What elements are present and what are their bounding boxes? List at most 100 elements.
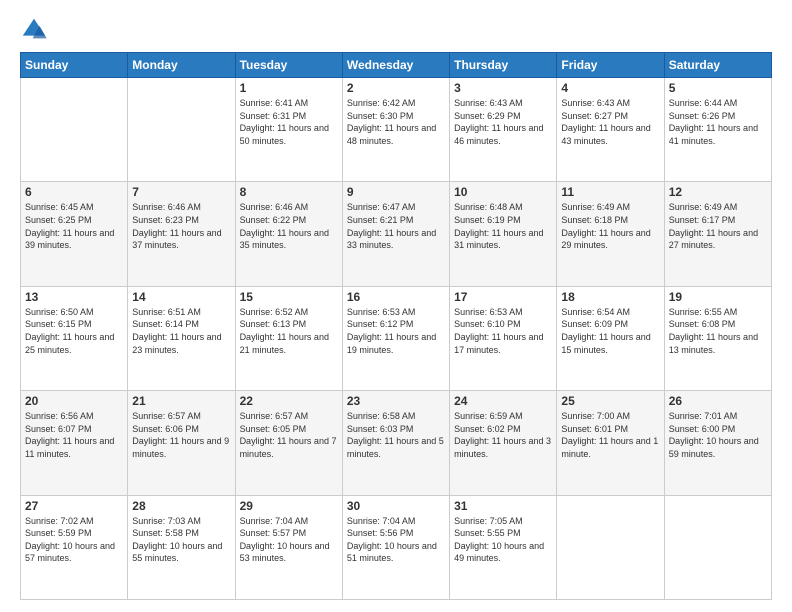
day-number: 21 xyxy=(132,394,230,408)
day-info: Sunrise: 6:43 AM Sunset: 6:29 PM Dayligh… xyxy=(454,97,552,147)
day-number: 6 xyxy=(25,185,123,199)
day-number: 18 xyxy=(561,290,659,304)
day-number: 7 xyxy=(132,185,230,199)
day-number: 24 xyxy=(454,394,552,408)
weekday-header: Wednesday xyxy=(342,53,449,78)
calendar-week-row: 1 Sunrise: 6:41 AM Sunset: 6:31 PM Daylig… xyxy=(21,78,772,182)
calendar-cell xyxy=(664,495,771,599)
calendar-cell: 13 Sunrise: 6:50 AM Sunset: 6:15 PM Dayli… xyxy=(21,286,128,390)
calendar-table: SundayMondayTuesdayWednesdayThursdayFrid… xyxy=(20,52,772,600)
day-info: Sunrise: 6:54 AM Sunset: 6:09 PM Dayligh… xyxy=(561,306,659,356)
calendar-cell: 14 Sunrise: 6:51 AM Sunset: 6:14 PM Dayli… xyxy=(128,286,235,390)
day-info: Sunrise: 6:49 AM Sunset: 6:17 PM Dayligh… xyxy=(669,201,767,251)
calendar-cell: 1 Sunrise: 6:41 AM Sunset: 6:31 PM Daylig… xyxy=(235,78,342,182)
calendar-week-row: 13 Sunrise: 6:50 AM Sunset: 6:15 PM Dayli… xyxy=(21,286,772,390)
day-info: Sunrise: 6:53 AM Sunset: 6:12 PM Dayligh… xyxy=(347,306,445,356)
day-info: Sunrise: 6:43 AM Sunset: 6:27 PM Dayligh… xyxy=(561,97,659,147)
day-info: Sunrise: 7:00 AM Sunset: 6:01 PM Dayligh… xyxy=(561,410,659,460)
day-number: 20 xyxy=(25,394,123,408)
calendar-cell: 27 Sunrise: 7:02 AM Sunset: 5:59 PM Dayli… xyxy=(21,495,128,599)
header xyxy=(20,16,772,44)
calendar-cell: 28 Sunrise: 7:03 AM Sunset: 5:58 PM Dayli… xyxy=(128,495,235,599)
weekday-header: Monday xyxy=(128,53,235,78)
day-info: Sunrise: 7:02 AM Sunset: 5:59 PM Dayligh… xyxy=(25,515,123,565)
day-number: 8 xyxy=(240,185,338,199)
day-info: Sunrise: 6:56 AM Sunset: 6:07 PM Dayligh… xyxy=(25,410,123,460)
day-number: 31 xyxy=(454,499,552,513)
calendar-cell xyxy=(21,78,128,182)
calendar-cell: 4Sunrise: 6:43 AM Sunset: 6:27 PM Daylig… xyxy=(557,78,664,182)
calendar-cell: 19 Sunrise: 6:55 AM Sunset: 6:08 PM Dayli… xyxy=(664,286,771,390)
day-info: Sunrise: 6:48 AM Sunset: 6:19 PM Dayligh… xyxy=(454,201,552,251)
day-number: 22 xyxy=(240,394,338,408)
day-number: 11 xyxy=(561,185,659,199)
day-number: 16 xyxy=(347,290,445,304)
day-number: 13 xyxy=(25,290,123,304)
day-info: Sunrise: 7:01 AM Sunset: 6:00 PM Dayligh… xyxy=(669,410,767,460)
calendar-cell: 22 Sunrise: 6:57 AM Sunset: 6:05 PM Dayli… xyxy=(235,391,342,495)
calendar-cell: 10 Sunrise: 6:48 AM Sunset: 6:19 PM Dayli… xyxy=(450,182,557,286)
calendar-cell: 26 Sunrise: 7:01 AM Sunset: 6:00 PM Dayli… xyxy=(664,391,771,495)
day-info: Sunrise: 6:58 AM Sunset: 6:03 PM Dayligh… xyxy=(347,410,445,460)
day-number: 5 xyxy=(669,81,767,95)
day-number: 17 xyxy=(454,290,552,304)
day-number: 25 xyxy=(561,394,659,408)
day-info: Sunrise: 7:05 AM Sunset: 5:55 PM Dayligh… xyxy=(454,515,552,565)
calendar-cell: 11 Sunrise: 6:49 AM Sunset: 6:18 PM Dayli… xyxy=(557,182,664,286)
day-info: Sunrise: 7:03 AM Sunset: 5:58 PM Dayligh… xyxy=(132,515,230,565)
calendar-cell: 21 Sunrise: 6:57 AM Sunset: 6:06 PM Dayli… xyxy=(128,391,235,495)
day-info: Sunrise: 6:50 AM Sunset: 6:15 PM Dayligh… xyxy=(25,306,123,356)
day-number: 14 xyxy=(132,290,230,304)
day-info: Sunrise: 6:49 AM Sunset: 6:18 PM Dayligh… xyxy=(561,201,659,251)
day-number: 27 xyxy=(25,499,123,513)
day-info: Sunrise: 6:57 AM Sunset: 6:06 PM Dayligh… xyxy=(132,410,230,460)
weekday-header: Saturday xyxy=(664,53,771,78)
day-number: 3 xyxy=(454,81,552,95)
weekday-header: Thursday xyxy=(450,53,557,78)
weekday-header: Sunday xyxy=(21,53,128,78)
day-info: Sunrise: 6:47 AM Sunset: 6:21 PM Dayligh… xyxy=(347,201,445,251)
day-number: 29 xyxy=(240,499,338,513)
day-number: 2 xyxy=(347,81,445,95)
calendar-cell: 23 Sunrise: 6:58 AM Sunset: 6:03 PM Dayli… xyxy=(342,391,449,495)
day-number: 26 xyxy=(669,394,767,408)
calendar-week-row: 20 Sunrise: 6:56 AM Sunset: 6:07 PM Dayli… xyxy=(21,391,772,495)
calendar-cell: 8 Sunrise: 6:46 AM Sunset: 6:22 PM Daylig… xyxy=(235,182,342,286)
day-info: Sunrise: 6:53 AM Sunset: 6:10 PM Dayligh… xyxy=(454,306,552,356)
day-number: 1 xyxy=(240,81,338,95)
calendar-cell: 15Sunrise: 6:52 AM Sunset: 6:13 PM Dayli… xyxy=(235,286,342,390)
calendar-cell: 2 Sunrise: 6:42 AM Sunset: 6:30 PM Daylig… xyxy=(342,78,449,182)
day-info: Sunrise: 6:55 AM Sunset: 6:08 PM Dayligh… xyxy=(669,306,767,356)
calendar-cell: 18 Sunrise: 6:54 AM Sunset: 6:09 PM Dayli… xyxy=(557,286,664,390)
calendar-cell xyxy=(557,495,664,599)
day-info: Sunrise: 6:46 AM Sunset: 6:22 PM Dayligh… xyxy=(240,201,338,251)
day-info: Sunrise: 6:59 AM Sunset: 6:02 PM Dayligh… xyxy=(454,410,552,460)
day-number: 15 xyxy=(240,290,338,304)
day-info: Sunrise: 6:57 AM Sunset: 6:05 PM Dayligh… xyxy=(240,410,338,460)
calendar-cell: 7 Sunrise: 6:46 AM Sunset: 6:23 PM Daylig… xyxy=(128,182,235,286)
calendar-cell: 5Sunrise: 6:44 AM Sunset: 6:26 PM Daylig… xyxy=(664,78,771,182)
calendar-cell: 24 Sunrise: 6:59 AM Sunset: 6:02 PM Dayli… xyxy=(450,391,557,495)
logo-icon xyxy=(20,16,48,44)
page: SundayMondayTuesdayWednesdayThursdayFrid… xyxy=(0,0,792,612)
calendar-cell: 3 Sunrise: 6:43 AM Sunset: 6:29 PM Daylig… xyxy=(450,78,557,182)
day-number: 10 xyxy=(454,185,552,199)
day-info: Sunrise: 6:46 AM Sunset: 6:23 PM Dayligh… xyxy=(132,201,230,251)
calendar-cell: 31 Sunrise: 7:05 AM Sunset: 5:55 PM Dayli… xyxy=(450,495,557,599)
day-number: 23 xyxy=(347,394,445,408)
calendar-cell: 25 Sunrise: 7:00 AM Sunset: 6:01 PM Dayli… xyxy=(557,391,664,495)
day-number: 28 xyxy=(132,499,230,513)
day-number: 19 xyxy=(669,290,767,304)
day-info: Sunrise: 6:42 AM Sunset: 6:30 PM Dayligh… xyxy=(347,97,445,147)
calendar-week-row: 6Sunrise: 6:45 AM Sunset: 6:25 PM Daylig… xyxy=(21,182,772,286)
day-number: 12 xyxy=(669,185,767,199)
day-info: Sunrise: 6:51 AM Sunset: 6:14 PM Dayligh… xyxy=(132,306,230,356)
day-info: Sunrise: 6:41 AM Sunset: 6:31 PM Dayligh… xyxy=(240,97,338,147)
calendar-cell: 20 Sunrise: 6:56 AM Sunset: 6:07 PM Dayli… xyxy=(21,391,128,495)
calendar-cell: 29Sunrise: 7:04 AM Sunset: 5:57 PM Dayli… xyxy=(235,495,342,599)
calendar-cell xyxy=(128,78,235,182)
calendar-cell: 12 Sunrise: 6:49 AM Sunset: 6:17 PM Dayli… xyxy=(664,182,771,286)
day-number: 9 xyxy=(347,185,445,199)
calendar-week-row: 27 Sunrise: 7:02 AM Sunset: 5:59 PM Dayli… xyxy=(21,495,772,599)
calendar-cell: 16 Sunrise: 6:53 AM Sunset: 6:12 PM Dayli… xyxy=(342,286,449,390)
